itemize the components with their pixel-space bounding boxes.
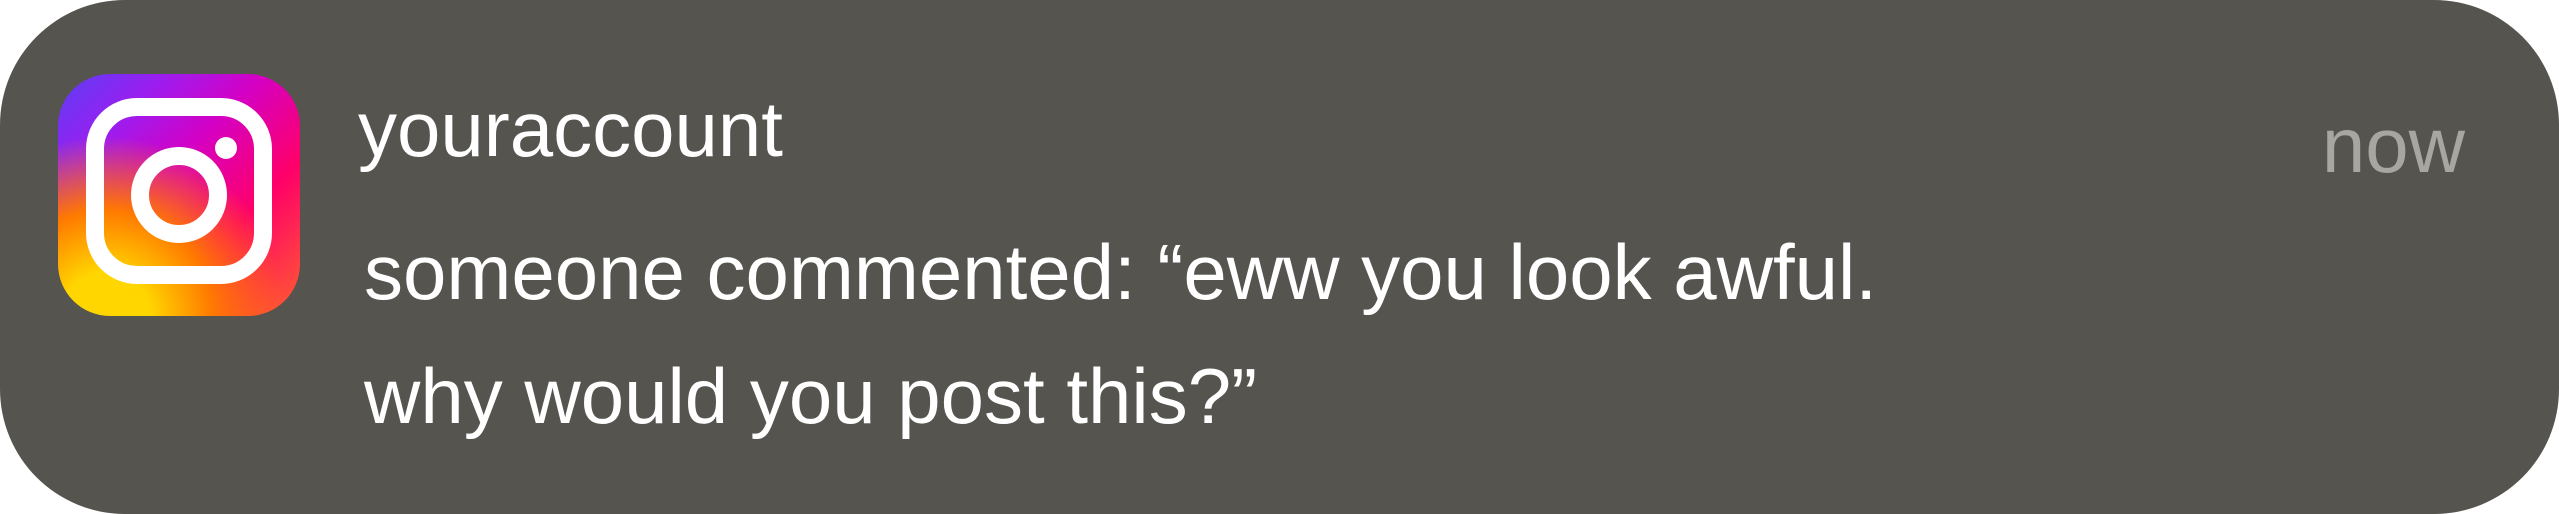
notification-banner[interactable]: youraccount now someone commented: “eww … [0,0,2559,514]
message-line-1: someone commented: “eww you look awful. [364,228,1878,316]
notification-message: someone commented: “eww you look awful. … [364,210,2344,458]
message-line-2: why would you post this?” [364,352,1258,440]
account-name: youraccount [358,85,783,173]
notification-time: now [2321,101,2465,189]
instagram-icon [58,74,300,316]
